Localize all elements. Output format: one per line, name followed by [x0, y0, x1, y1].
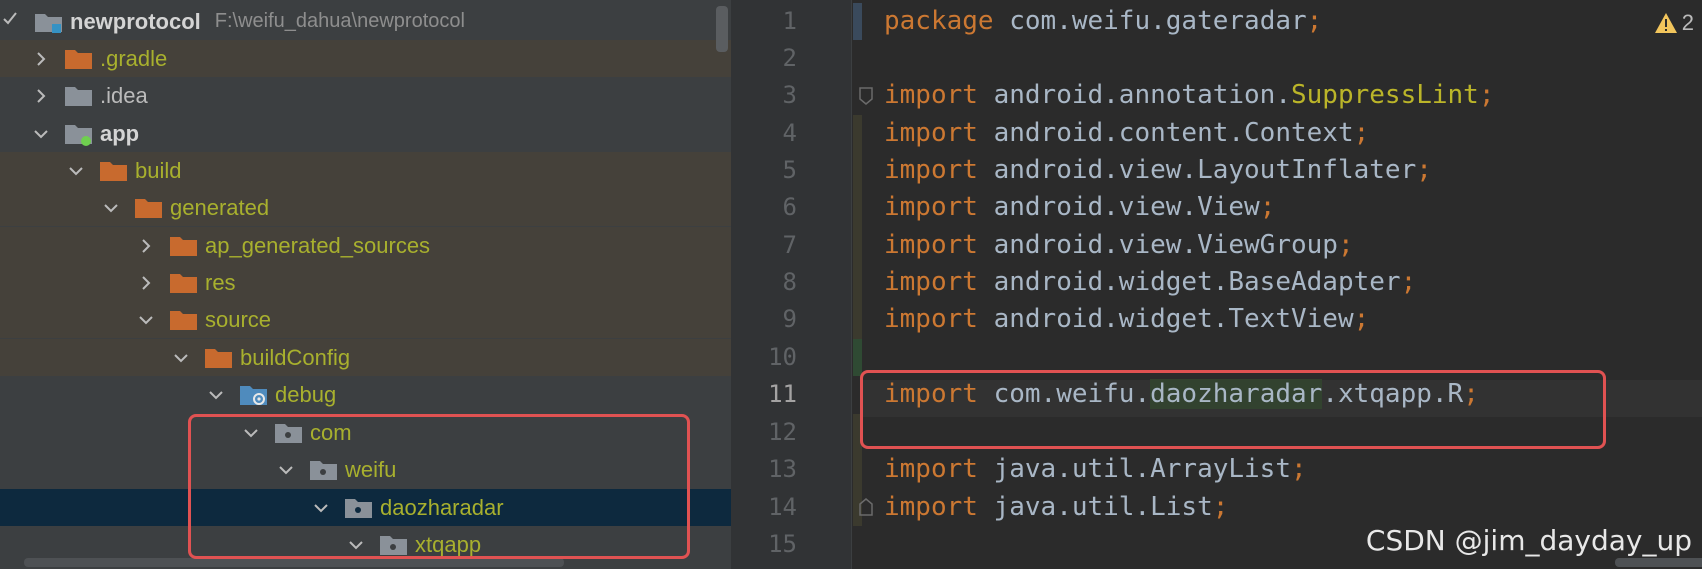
- line-number: 2: [782, 44, 797, 72]
- line-number: 5: [782, 156, 797, 184]
- warning-icon: [1654, 13, 1677, 33]
- chevron-down-icon[interactable]: [100, 197, 122, 219]
- tree-label: buildConfig: [240, 344, 351, 370]
- vcs-change-marker[interactable]: [853, 115, 862, 339]
- code-line-7[interactable]: import android.view.ViewGroup;: [884, 227, 1354, 264]
- excluded-folder-icon: [134, 196, 164, 220]
- line-number: 4: [782, 119, 797, 147]
- code-line-9[interactable]: import android.widget.TextView;: [884, 301, 1369, 338]
- excluded-folder-icon: [99, 159, 129, 183]
- tree-row-gradle[interactable]: .gradle: [0, 40, 731, 77]
- project-tree-panel: newprotocol F:\weifu_dahua\newprotocol .…: [0, 0, 731, 569]
- code-line-5[interactable]: import android.view.LayoutInflater;: [884, 152, 1432, 189]
- chevron-right-icon[interactable]: [135, 272, 157, 294]
- chevron-right-icon[interactable]: [30, 85, 52, 107]
- line-number: 1: [782, 7, 797, 35]
- code-line-4[interactable]: import android.content.Context;: [884, 115, 1369, 152]
- excluded-folder-icon: [169, 271, 199, 295]
- vcs-change-marker[interactable]: [853, 3, 862, 40]
- warning-indicator[interactable]: 2: [1654, 10, 1694, 36]
- generated-source-folder-icon: [239, 383, 269, 407]
- line-number: 3: [782, 81, 797, 109]
- excluded-folder-icon: [64, 47, 94, 71]
- tree-label: res: [205, 269, 236, 295]
- chevron-down-icon[interactable]: [205, 384, 227, 406]
- chevron-down-icon[interactable]: [65, 160, 87, 182]
- line-number: 13: [768, 455, 797, 483]
- code-line-14[interactable]: import java.util.List;: [884, 489, 1228, 526]
- tree-row-ap-generated-sources[interactable]: ap_generated_sources: [0, 227, 731, 264]
- warning-count: 2: [1681, 10, 1694, 35]
- tree-row-debug[interactable]: debug: [0, 376, 731, 413]
- tree-root-path: F:\weifu_dahua\newprotocol: [214, 10, 465, 32]
- tree-label: generated: [170, 194, 270, 220]
- tree-vertical-scrollbar[interactable]: [716, 6, 728, 52]
- android-module-icon: [64, 122, 94, 146]
- line-number: 15: [768, 530, 797, 558]
- fold-marker-icon[interactable]: [859, 87, 873, 105]
- line-number-active: 11: [768, 380, 797, 408]
- tree-label: .gradle: [100, 45, 168, 71]
- chevron-down-icon[interactable]: [170, 347, 192, 369]
- tree-horizontal-scrollbar[interactable]: [24, 558, 564, 567]
- tree-row-source[interactable]: source: [0, 301, 731, 338]
- tree-row-buildconfig[interactable]: buildConfig: [0, 339, 731, 376]
- tree-row-app[interactable]: app: [0, 115, 731, 152]
- code-line-3[interactable]: import android.annotation.SuppressLint;: [884, 77, 1495, 114]
- fold-marker-icon[interactable]: [859, 498, 873, 516]
- tree-label: app: [100, 120, 140, 146]
- line-number: 14: [768, 493, 797, 521]
- tree-label: debug: [275, 381, 337, 407]
- line-number: 10: [768, 343, 797, 371]
- code-line-13[interactable]: import java.util.ArrayList;: [884, 451, 1307, 488]
- tree-row-root[interactable]: newprotocol F:\weifu_dahua\newprotocol: [0, 3, 731, 40]
- tree-root-label: newprotocol: [70, 8, 201, 34]
- code-line-8[interactable]: import android.widget.BaseAdapter;: [884, 264, 1416, 301]
- tree-label: ap_generated_sources: [205, 232, 431, 258]
- line-number: 12: [768, 418, 797, 446]
- chevron-down-icon[interactable]: [30, 123, 52, 145]
- editor-horizontal-scrollbar[interactable]: [1615, 558, 1702, 567]
- line-number: 7: [782, 231, 797, 259]
- tree-row-res[interactable]: res: [0, 264, 731, 301]
- code-editor[interactable]: 1 2 3 4 5 6 7 8 9 10 11 12 13 14 15 pack…: [731, 0, 1702, 569]
- gutter-separator: [851, 0, 852, 569]
- tree-row-idea[interactable]: .idea: [0, 77, 731, 114]
- chevron-right-icon[interactable]: [135, 235, 157, 257]
- line-number: 9: [782, 305, 797, 333]
- tree-label: source: [205, 306, 272, 332]
- highlight-box-import-line: [860, 370, 1606, 449]
- line-number: 8: [782, 268, 797, 296]
- code-line-1[interactable]: package com.weifu.gateradar;: [884, 3, 1322, 40]
- excluded-folder-icon: [204, 346, 234, 370]
- tree-row-build[interactable]: build: [0, 152, 731, 189]
- module-folder-icon: [34, 10, 64, 34]
- chevron-down-icon[interactable]: [135, 309, 157, 331]
- vcs-change-marker[interactable]: [853, 339, 862, 376]
- line-number: 6: [782, 193, 797, 221]
- excluded-folder-icon: [169, 308, 199, 332]
- highlight-box-package-tree: [188, 414, 690, 559]
- watermark: CSDN @jim_dayday_up: [1365, 524, 1692, 557]
- chevron-right-icon[interactable]: [30, 48, 52, 70]
- tree-label: .idea: [100, 82, 148, 108]
- folder-icon: [64, 84, 94, 108]
- excluded-folder-icon: [169, 234, 199, 258]
- tree-row-generated[interactable]: generated: [0, 189, 731, 226]
- line-number-gutter: 1 2 3 4 5 6 7 8 9 10 11 12 13 14 15: [731, 0, 851, 569]
- tree-label: build: [135, 157, 182, 183]
- code-line-6[interactable]: import android.view.View;: [884, 189, 1275, 226]
